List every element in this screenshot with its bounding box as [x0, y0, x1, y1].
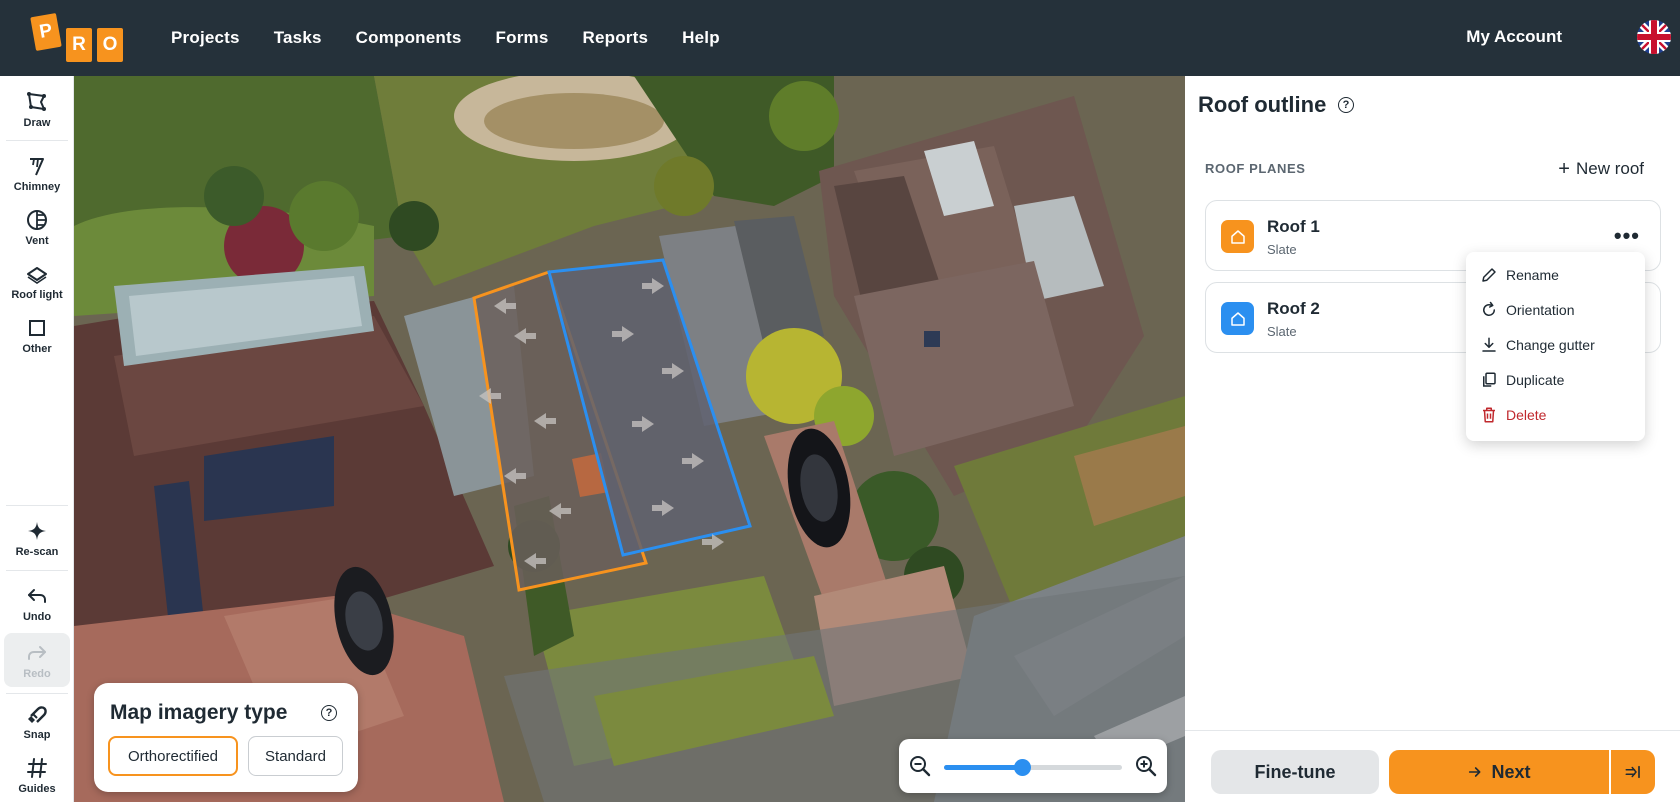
snap-toggle-button[interactable]: Snap: [4, 694, 70, 748]
tool-label-vent: Vent: [25, 234, 49, 247]
roof-context-menu: Rename Orientation Change gutter Duplica…: [1466, 252, 1645, 441]
zoom-slider-fill: [944, 765, 1023, 770]
menu-label-change-gutter: Change gutter: [1506, 337, 1595, 353]
panel-footer: Fine-tune Next: [1185, 730, 1680, 802]
tool-label-other: Other: [22, 342, 52, 355]
zoom-slider-handle[interactable]: [1014, 759, 1032, 776]
tool-label-draw: Draw: [23, 116, 51, 129]
hash-icon: [27, 757, 47, 778]
roof-planes-header: ROOF PLANES: [1205, 161, 1306, 176]
square-icon: [29, 319, 45, 336]
nav-components[interactable]: Components: [356, 28, 462, 48]
zoom-slider[interactable]: [944, 759, 1122, 776]
menu-item-delete[interactable]: Delete: [1480, 403, 1546, 427]
redo-button[interactable]: Redo: [4, 633, 70, 687]
toolbar-divider: [6, 570, 68, 571]
redo-icon: [28, 645, 46, 660]
roof-light-tool-button[interactable]: Roof light: [4, 254, 70, 308]
tool-label-redo: Redo: [23, 667, 51, 680]
menu-label-orientation: Orientation: [1506, 302, 1575, 318]
new-roof-label: New roof: [1575, 159, 1644, 178]
house-icon: [1221, 220, 1254, 253]
menu-label-delete: Delete: [1506, 407, 1547, 423]
vent-icon: [27, 209, 47, 230]
tool-label-rescan: Re-scan: [15, 545, 59, 558]
nav-reports[interactable]: Reports: [583, 28, 649, 48]
guides-toggle-button[interactable]: Guides: [4, 748, 70, 802]
menu-item-orientation[interactable]: Orientation: [1480, 298, 1574, 322]
nav-tasks[interactable]: Tasks: [274, 28, 322, 48]
roof-name: Roof 2: [1267, 299, 1320, 318]
roof-material: Slate: [1267, 324, 1297, 339]
more-options-icon[interactable]: •••: [1614, 223, 1640, 249]
tool-label-snap: Snap: [23, 728, 51, 741]
nav-projects[interactable]: Projects: [171, 28, 240, 48]
rescan-tool-button[interactable]: Re-scan: [4, 511, 70, 565]
logo-letter-r: R: [66, 28, 92, 62]
next-button[interactable]: Next: [1389, 750, 1609, 794]
arrow-right-icon: [1469, 767, 1481, 777]
vent-tool-button[interactable]: Vent: [4, 200, 70, 254]
next-label: Next: [1491, 761, 1531, 782]
nav-forms[interactable]: Forms: [496, 28, 549, 48]
imagery-card-title: Map imagery type: [110, 701, 288, 724]
map-imagery-type-card: Map imagery type ? Orthorectified Standa…: [94, 683, 358, 792]
chimney-icon: [30, 157, 44, 175]
imagery-option-orthorectified[interactable]: Orthorectified: [108, 736, 238, 776]
other-tool-button[interactable]: Other: [4, 308, 70, 362]
zoom-in-icon[interactable]: [1134, 754, 1158, 778]
magnet-icon: [28, 705, 47, 723]
zoom-out-icon[interactable]: [908, 754, 932, 778]
my-account-link[interactable]: My Account: [1466, 27, 1562, 47]
sparkle-icon: [28, 521, 46, 540]
new-roof-button[interactable]: + New roof: [1558, 159, 1644, 179]
pencil-icon: [1482, 268, 1496, 282]
menu-item-rename[interactable]: Rename: [1480, 263, 1559, 287]
panel-title: Roof outline: [1198, 92, 1327, 117]
tool-label-roof-light: Roof light: [11, 288, 63, 301]
tool-label-chimney: Chimney: [13, 180, 61, 193]
map-canvas[interactable]: Map imagery type ? Orthorectified Standa…: [74, 76, 1185, 802]
top-nav-bar: P R O Projects Tasks Components Forms Re…: [0, 0, 1680, 76]
trash-icon: [1483, 407, 1495, 423]
tool-label-undo: Undo: [22, 610, 52, 623]
undo-icon: [28, 588, 46, 603]
menu-item-change-gutter[interactable]: Change gutter: [1480, 333, 1595, 357]
fine-tune-button[interactable]: Fine-tune: [1211, 750, 1379, 794]
logo-letter-p: P: [30, 13, 62, 51]
roof-material: Slate: [1267, 242, 1297, 257]
menu-item-duplicate[interactable]: Duplicate: [1480, 368, 1564, 392]
nav-help[interactable]: Help: [682, 28, 720, 48]
copy-icon: [1483, 372, 1496, 387]
toolbar-divider: [6, 505, 68, 506]
zoom-control: [899, 739, 1167, 793]
imagery-option-standard[interactable]: Standard: [248, 736, 343, 776]
house-icon: [1221, 302, 1254, 335]
toolbar-divider: [6, 140, 68, 141]
skip-to-end-button[interactable]: [1611, 750, 1655, 794]
draw-polygon-icon: [27, 91, 46, 111]
left-toolbar: Draw Chimney Vent Roof light Other Re-sc…: [0, 76, 74, 802]
pro-logo[interactable]: P R O: [30, 13, 125, 65]
main-nav: Projects Tasks Components Forms Reports …: [171, 0, 754, 76]
rotate-icon: [1483, 301, 1496, 316]
download-icon: [1482, 337, 1496, 352]
chimney-tool-button[interactable]: Chimney: [4, 146, 70, 200]
uk-flag-icon[interactable]: [1637, 20, 1671, 54]
menu-label-duplicate: Duplicate: [1506, 372, 1565, 388]
arrow-to-end-icon: [1625, 765, 1640, 779]
menu-label-rename: Rename: [1506, 267, 1559, 283]
tool-label-guides: Guides: [18, 782, 56, 795]
logo-letter-o: O: [97, 28, 123, 62]
help-icon[interactable]: ?: [1338, 97, 1354, 113]
plus-icon: +: [1558, 157, 1570, 180]
roof-light-icon: [27, 266, 47, 284]
help-icon[interactable]: ?: [321, 705, 337, 721]
draw-tool-button[interactable]: Draw: [4, 82, 70, 136]
undo-button[interactable]: Undo: [4, 576, 70, 630]
roof-name: Roof 1: [1267, 217, 1320, 236]
